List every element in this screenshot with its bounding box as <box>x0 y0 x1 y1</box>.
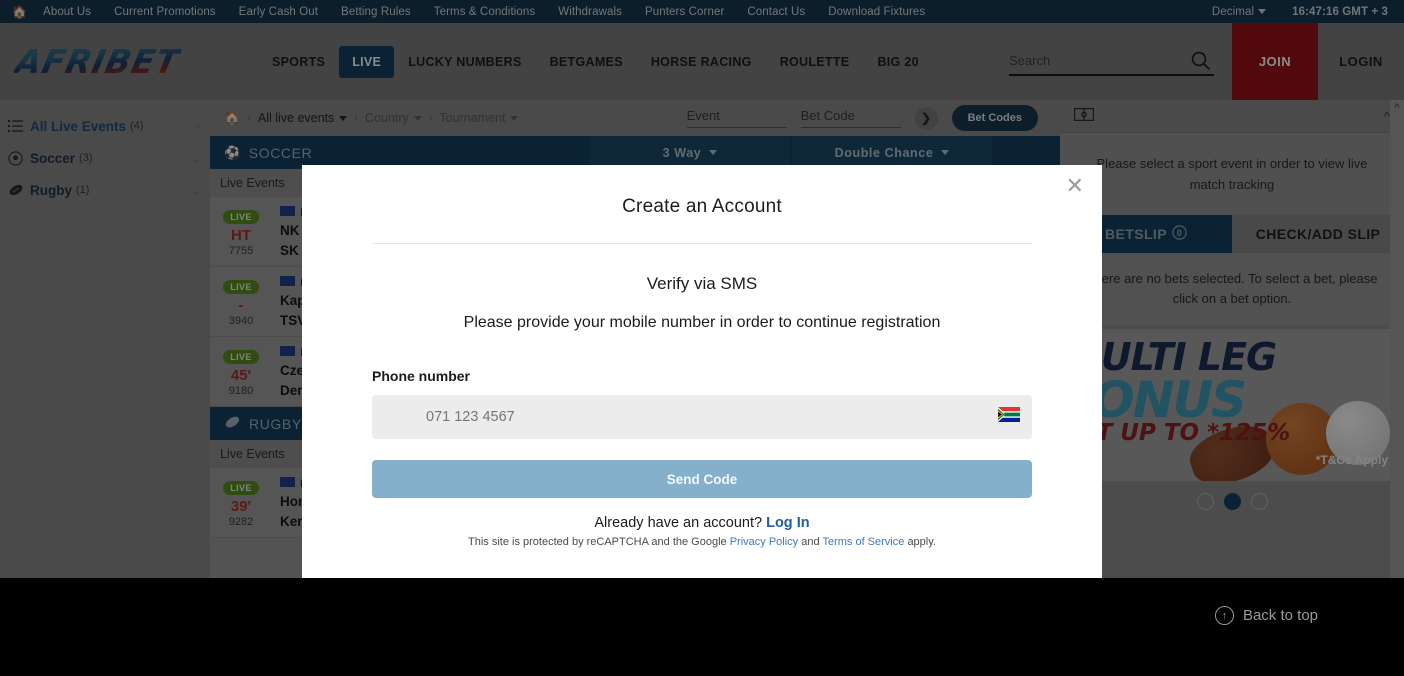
arrow-up-circle-icon: ↑ <box>1214 606 1234 625</box>
terms-of-service-link[interactable]: Terms of Service <box>822 536 904 548</box>
login-prompt: Already have an account? Log In <box>302 515 1102 531</box>
verify-heading: Verify via SMS <box>646 274 758 293</box>
log-in-link[interactable]: Log In <box>766 515 810 531</box>
modal-subtitle: Please provide your mobile number in ord… <box>463 314 941 331</box>
recaptcha-text-post: apply. <box>907 536 936 548</box>
page-title: Create an Account <box>622 196 782 217</box>
south-africa-flag-icon[interactable] <box>998 407 1020 422</box>
footer: ↑ Back to top <box>0 578 1404 676</box>
divider <box>372 243 1032 244</box>
back-to-top-button[interactable]: ↑ Back to top <box>1214 606 1318 625</box>
phone-input[interactable]: 071 123 4567 <box>426 409 515 425</box>
login-prompt-text: Already have an account? <box>594 515 763 531</box>
recaptcha-notice: This site is protected by reCAPTCHA and … <box>302 536 1102 548</box>
recaptcha-and: and <box>801 536 820 548</box>
recaptcha-text-pre: This site is protected by reCAPTCHA and … <box>468 536 727 548</box>
phone-input-wrapper[interactable]: 071 123 4567 <box>372 395 1032 439</box>
close-icon[interactable]: ✕ <box>1066 175 1084 197</box>
privacy-policy-link[interactable]: Privacy Policy <box>730 536 798 548</box>
page-root: 🏠 About Us Current Promotions Early Cash… <box>0 0 1404 676</box>
create-account-modal: ✕ Create an Account Verify via SMS Pleas… <box>302 165 1102 578</box>
back-to-top-label: Back to top <box>1242 607 1318 624</box>
send-code-button[interactable]: Send Code <box>372 460 1032 498</box>
phone-number-label: Phone number <box>372 368 471 384</box>
